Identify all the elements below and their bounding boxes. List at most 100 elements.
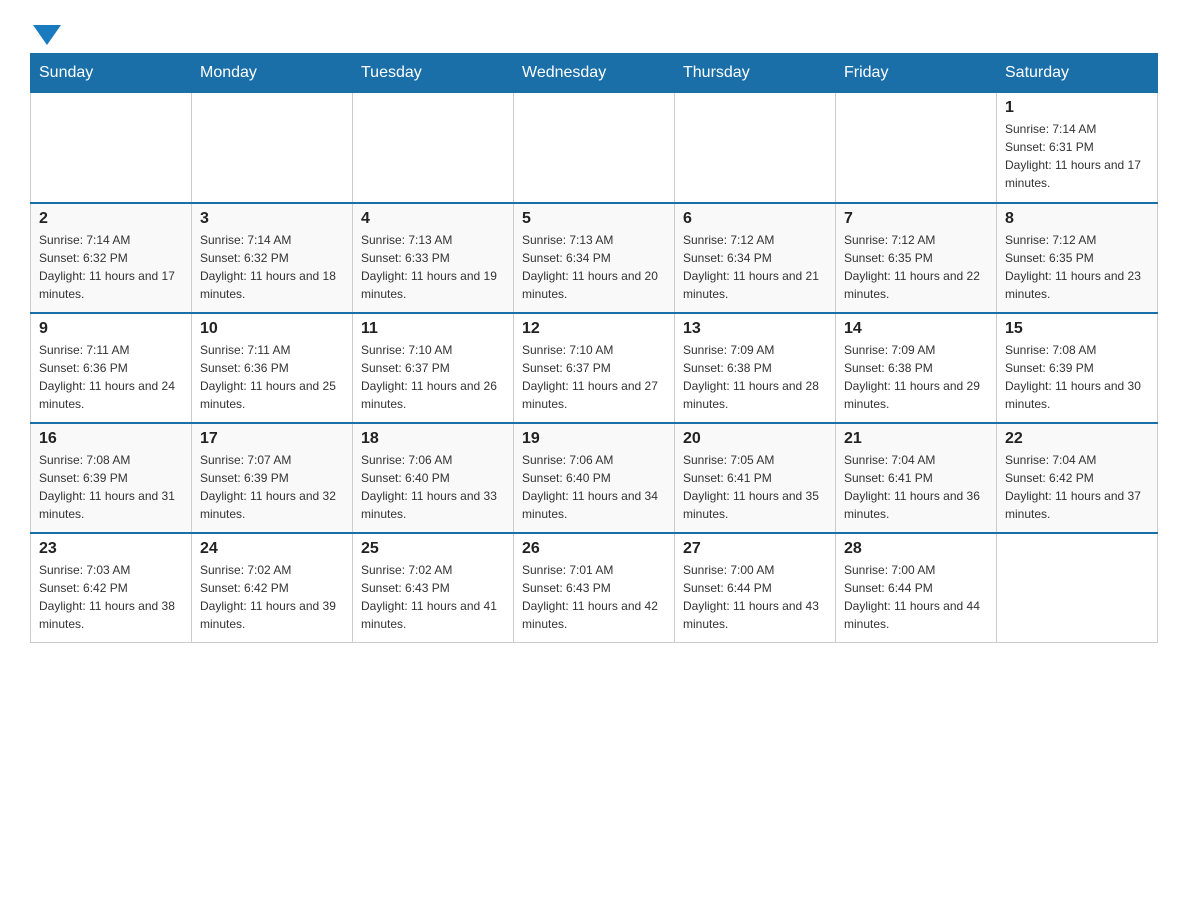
calendar-cell: 17 Sunrise: 7:07 AM Sunset: 6:39 PM Dayli… bbox=[192, 423, 353, 533]
day-info: Sunrise: 7:08 AM Sunset: 6:39 PM Dayligh… bbox=[39, 451, 183, 523]
day-number: 11 bbox=[361, 320, 505, 338]
calendar-cell: 14 Sunrise: 7:09 AM Sunset: 6:38 PM Dayli… bbox=[836, 313, 997, 423]
calendar-cell: 5 Sunrise: 7:13 AM Sunset: 6:34 PM Daylig… bbox=[514, 203, 675, 313]
calendar-cell: 8 Sunrise: 7:12 AM Sunset: 6:35 PM Daylig… bbox=[997, 203, 1158, 313]
calendar-cell bbox=[836, 93, 997, 203]
calendar-week-row: 16 Sunrise: 7:08 AM Sunset: 6:39 PM Dayli… bbox=[31, 423, 1158, 533]
calendar-cell: 15 Sunrise: 7:08 AM Sunset: 6:39 PM Dayli… bbox=[997, 313, 1158, 423]
day-info: Sunrise: 7:13 AM Sunset: 6:34 PM Dayligh… bbox=[522, 231, 666, 303]
day-number: 4 bbox=[361, 210, 505, 228]
day-info: Sunrise: 7:04 AM Sunset: 6:42 PM Dayligh… bbox=[1005, 451, 1149, 523]
day-number: 12 bbox=[522, 320, 666, 338]
calendar-cell: 19 Sunrise: 7:06 AM Sunset: 6:40 PM Dayli… bbox=[514, 423, 675, 533]
day-info: Sunrise: 7:09 AM Sunset: 6:38 PM Dayligh… bbox=[844, 341, 988, 413]
calendar-week-row: 23 Sunrise: 7:03 AM Sunset: 6:42 PM Dayli… bbox=[31, 533, 1158, 643]
column-header-tuesday: Tuesday bbox=[353, 54, 514, 93]
day-number: 5 bbox=[522, 210, 666, 228]
day-info: Sunrise: 7:02 AM Sunset: 6:43 PM Dayligh… bbox=[361, 561, 505, 633]
column-header-saturday: Saturday bbox=[997, 54, 1158, 93]
day-number: 1 bbox=[1005, 99, 1149, 117]
calendar-cell: 18 Sunrise: 7:06 AM Sunset: 6:40 PM Dayli… bbox=[353, 423, 514, 533]
day-info: Sunrise: 7:02 AM Sunset: 6:42 PM Dayligh… bbox=[200, 561, 344, 633]
calendar-cell bbox=[192, 93, 353, 203]
calendar-cell: 1 Sunrise: 7:14 AM Sunset: 6:31 PM Daylig… bbox=[997, 93, 1158, 203]
calendar-week-row: 9Sunrise: 7:11 AM Sunset: 6:36 PM Daylig… bbox=[31, 313, 1158, 423]
calendar-cell: 28 Sunrise: 7:00 AM Sunset: 6:44 PM Dayli… bbox=[836, 533, 997, 643]
day-number: 19 bbox=[522, 430, 666, 448]
calendar-cell: 7 Sunrise: 7:12 AM Sunset: 6:35 PM Daylig… bbox=[836, 203, 997, 313]
day-number: 13 bbox=[683, 320, 827, 338]
calendar-cell: 10 Sunrise: 7:11 AM Sunset: 6:36 PM Dayli… bbox=[192, 313, 353, 423]
day-number: 23 bbox=[39, 540, 183, 558]
calendar-header-row: SundayMondayTuesdayWednesdayThursdayFrid… bbox=[31, 54, 1158, 93]
day-info: Sunrise: 7:14 AM Sunset: 6:32 PM Dayligh… bbox=[39, 231, 183, 303]
day-info: Sunrise: 7:09 AM Sunset: 6:38 PM Dayligh… bbox=[683, 341, 827, 413]
calendar-cell bbox=[675, 93, 836, 203]
day-info: Sunrise: 7:14 AM Sunset: 6:31 PM Dayligh… bbox=[1005, 120, 1149, 192]
calendar-cell: 11 Sunrise: 7:10 AM Sunset: 6:37 PM Dayli… bbox=[353, 313, 514, 423]
day-info: Sunrise: 7:01 AM Sunset: 6:43 PM Dayligh… bbox=[522, 561, 666, 633]
column-header-friday: Friday bbox=[836, 54, 997, 93]
calendar-cell: 9Sunrise: 7:11 AM Sunset: 6:36 PM Daylig… bbox=[31, 313, 192, 423]
calendar-cell: 13 Sunrise: 7:09 AM Sunset: 6:38 PM Dayli… bbox=[675, 313, 836, 423]
day-info: Sunrise: 7:03 AM Sunset: 6:42 PM Dayligh… bbox=[39, 561, 183, 633]
day-number: 16 bbox=[39, 430, 183, 448]
day-info: Sunrise: 7:07 AM Sunset: 6:39 PM Dayligh… bbox=[200, 451, 344, 523]
day-number: 8 bbox=[1005, 210, 1149, 228]
day-info: Sunrise: 7:08 AM Sunset: 6:39 PM Dayligh… bbox=[1005, 341, 1149, 413]
calendar-cell: 25 Sunrise: 7:02 AM Sunset: 6:43 PM Dayli… bbox=[353, 533, 514, 643]
day-info: Sunrise: 7:12 AM Sunset: 6:35 PM Dayligh… bbox=[844, 231, 988, 303]
logo bbox=[30, 20, 61, 43]
day-info: Sunrise: 7:05 AM Sunset: 6:41 PM Dayligh… bbox=[683, 451, 827, 523]
calendar-cell: 2 Sunrise: 7:14 AM Sunset: 6:32 PM Daylig… bbox=[31, 203, 192, 313]
day-number: 14 bbox=[844, 320, 988, 338]
calendar-cell: 3Sunrise: 7:14 AM Sunset: 6:32 PM Daylig… bbox=[192, 203, 353, 313]
day-info: Sunrise: 7:12 AM Sunset: 6:34 PM Dayligh… bbox=[683, 231, 827, 303]
calendar-cell bbox=[997, 533, 1158, 643]
calendar-cell bbox=[353, 93, 514, 203]
calendar-cell: 26 Sunrise: 7:01 AM Sunset: 6:43 PM Dayli… bbox=[514, 533, 675, 643]
day-number: 15 bbox=[1005, 320, 1149, 338]
calendar-table: SundayMondayTuesdayWednesdayThursdayFrid… bbox=[30, 53, 1158, 643]
day-number: 17 bbox=[200, 430, 344, 448]
day-info: Sunrise: 7:10 AM Sunset: 6:37 PM Dayligh… bbox=[361, 341, 505, 413]
day-number: 28 bbox=[844, 540, 988, 558]
calendar-cell: 27Sunrise: 7:00 AM Sunset: 6:44 PM Dayli… bbox=[675, 533, 836, 643]
day-number: 20 bbox=[683, 430, 827, 448]
day-number: 26 bbox=[522, 540, 666, 558]
column-header-thursday: Thursday bbox=[675, 54, 836, 93]
logo-triangle-icon bbox=[33, 25, 61, 45]
day-number: 18 bbox=[361, 430, 505, 448]
day-info: Sunrise: 7:12 AM Sunset: 6:35 PM Dayligh… bbox=[1005, 231, 1149, 303]
page-header bbox=[30, 20, 1158, 43]
day-number: 22 bbox=[1005, 430, 1149, 448]
day-number: 2 bbox=[39, 210, 183, 228]
calendar-cell: 16 Sunrise: 7:08 AM Sunset: 6:39 PM Dayli… bbox=[31, 423, 192, 533]
day-number: 10 bbox=[200, 320, 344, 338]
day-number: 25 bbox=[361, 540, 505, 558]
day-info: Sunrise: 7:10 AM Sunset: 6:37 PM Dayligh… bbox=[522, 341, 666, 413]
day-info: Sunrise: 7:13 AM Sunset: 6:33 PM Dayligh… bbox=[361, 231, 505, 303]
column-header-wednesday: Wednesday bbox=[514, 54, 675, 93]
day-number: 6 bbox=[683, 210, 827, 228]
calendar-cell: 24 Sunrise: 7:02 AM Sunset: 6:42 PM Dayli… bbox=[192, 533, 353, 643]
day-info: Sunrise: 7:00 AM Sunset: 6:44 PM Dayligh… bbox=[683, 561, 827, 633]
calendar-cell bbox=[514, 93, 675, 203]
day-info: Sunrise: 7:00 AM Sunset: 6:44 PM Dayligh… bbox=[844, 561, 988, 633]
day-info: Sunrise: 7:06 AM Sunset: 6:40 PM Dayligh… bbox=[522, 451, 666, 523]
calendar-cell bbox=[31, 93, 192, 203]
calendar-cell: 12 Sunrise: 7:10 AM Sunset: 6:37 PM Dayli… bbox=[514, 313, 675, 423]
day-info: Sunrise: 7:11 AM Sunset: 6:36 PM Dayligh… bbox=[200, 341, 344, 413]
calendar-cell: 4 Sunrise: 7:13 AM Sunset: 6:33 PM Daylig… bbox=[353, 203, 514, 313]
calendar-week-row: 2 Sunrise: 7:14 AM Sunset: 6:32 PM Daylig… bbox=[31, 203, 1158, 313]
calendar-cell: 20 Sunrise: 7:05 AM Sunset: 6:41 PM Dayli… bbox=[675, 423, 836, 533]
day-number: 24 bbox=[200, 540, 344, 558]
day-info: Sunrise: 7:04 AM Sunset: 6:41 PM Dayligh… bbox=[844, 451, 988, 523]
column-header-sunday: Sunday bbox=[31, 54, 192, 93]
day-info: Sunrise: 7:14 AM Sunset: 6:32 PM Dayligh… bbox=[200, 231, 344, 303]
calendar-cell: 21Sunrise: 7:04 AM Sunset: 6:41 PM Dayli… bbox=[836, 423, 997, 533]
day-info: Sunrise: 7:06 AM Sunset: 6:40 PM Dayligh… bbox=[361, 451, 505, 523]
calendar-week-row: 1 Sunrise: 7:14 AM Sunset: 6:31 PM Daylig… bbox=[31, 93, 1158, 203]
day-number: 7 bbox=[844, 210, 988, 228]
column-header-monday: Monday bbox=[192, 54, 353, 93]
